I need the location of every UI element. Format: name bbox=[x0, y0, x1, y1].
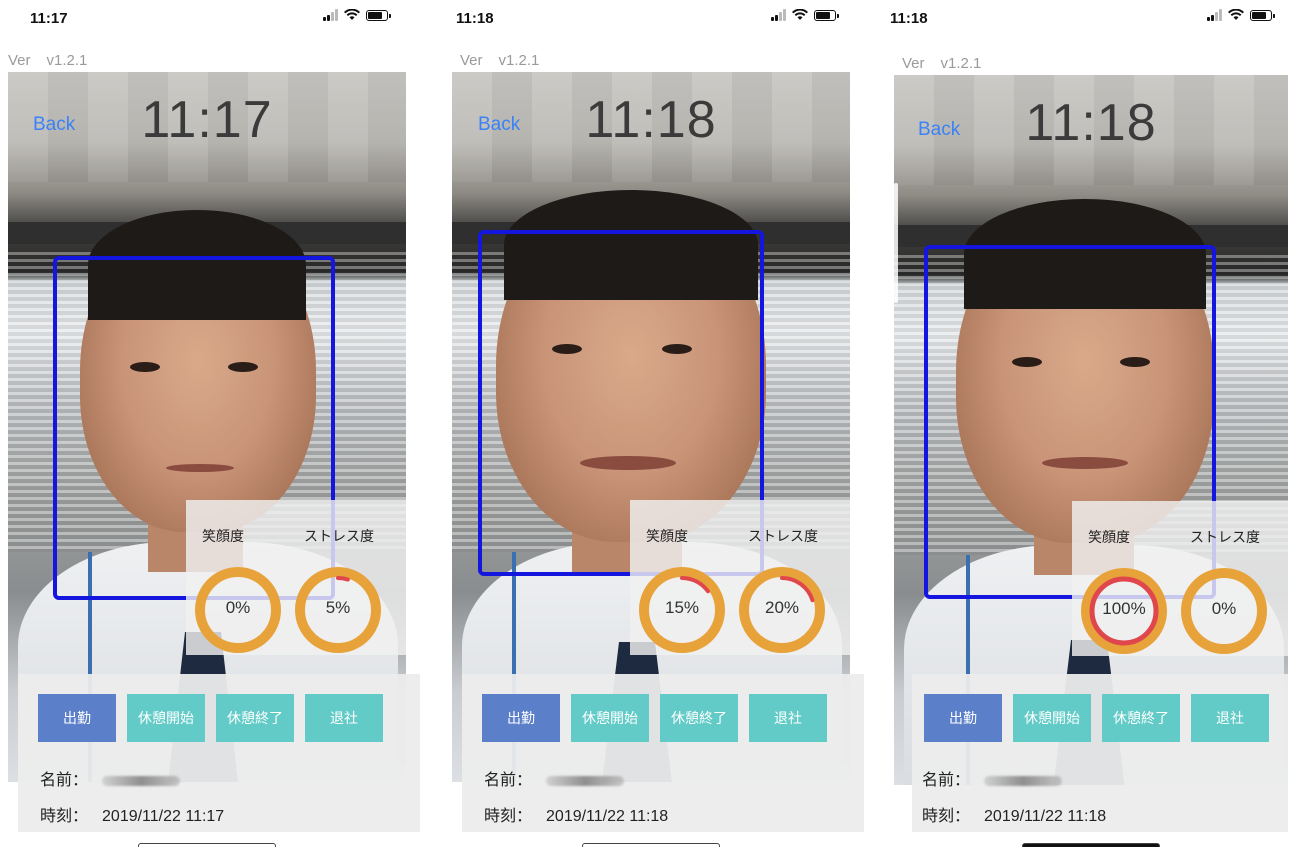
home-indicator bbox=[138, 843, 276, 847]
metrics-panel: 笑顔度 ストレス度 15% 20% bbox=[630, 500, 850, 655]
battery-icon bbox=[1250, 9, 1275, 21]
status-time: 11:17 bbox=[30, 10, 68, 27]
home-indicator bbox=[582, 843, 720, 847]
break-start-button[interactable]: 休憩開始 bbox=[1013, 694, 1091, 742]
version-label: Ver v1.2.1 bbox=[8, 52, 88, 69]
home-indicator bbox=[1022, 843, 1160, 847]
smile-gauge: 100% bbox=[1078, 565, 1170, 657]
metrics-panel: 笑顔度 ストレス度 0% 5% bbox=[186, 500, 406, 655]
smile-gauge: 15% bbox=[636, 564, 728, 656]
attendance-buttons: 出勤 休憩開始 休憩終了 退社 bbox=[482, 694, 827, 742]
status-bar: 11:17 bbox=[0, 0, 420, 40]
battery-icon bbox=[366, 9, 391, 21]
metrics-panel: 笑顔度 ストレス度 100% 0% bbox=[1072, 501, 1288, 656]
time-value: 2019/11/22 11:18 bbox=[546, 808, 669, 825]
stress-value: 5% bbox=[325, 598, 351, 617]
clock-in-button[interactable]: 出勤 bbox=[924, 694, 1002, 742]
time-row: 時刻： 2019/11/22 11:18 bbox=[922, 802, 1106, 826]
name-row: 名前： bbox=[40, 766, 181, 790]
smile-value: 15% bbox=[664, 598, 700, 617]
time-row: 時刻： 2019/11/22 11:17 bbox=[40, 802, 224, 826]
name-value-redacted bbox=[984, 775, 1063, 786]
name-label: 名前： bbox=[484, 770, 533, 789]
clock-in-button[interactable]: 出勤 bbox=[38, 694, 116, 742]
status-icons bbox=[771, 9, 839, 21]
smile-label: 笑顔度 bbox=[202, 529, 244, 545]
smile-value: 0% bbox=[225, 598, 251, 617]
clock-in-button[interactable]: 出勤 bbox=[482, 694, 560, 742]
break-end-button[interactable]: 休憩終了 bbox=[1102, 694, 1180, 742]
time-value: 2019/11/22 11:18 bbox=[984, 808, 1107, 825]
signal-icon bbox=[771, 9, 786, 21]
time-label: 時刻： bbox=[40, 806, 89, 825]
stress-value: 20% bbox=[764, 598, 800, 617]
attendance-buttons: 出勤 休憩開始 休憩終了 退社 bbox=[38, 694, 383, 742]
phone-screen-3: 11:18 Verv1.2.1 11:18 Back 笑顔度 ストレス度 10 bbox=[868, 0, 1288, 847]
stress-value: 0% bbox=[1211, 599, 1237, 618]
smile-value: 100% bbox=[1102, 599, 1146, 618]
break-start-button[interactable]: 休憩開始 bbox=[571, 694, 649, 742]
back-button[interactable]: Back bbox=[918, 119, 960, 141]
clock-out-button[interactable]: 退社 bbox=[305, 694, 383, 742]
smile-gauge: 0% bbox=[192, 564, 284, 656]
name-label: 名前： bbox=[922, 770, 971, 789]
version-label: Ver v1.2.1 bbox=[902, 55, 982, 72]
clock-out-button[interactable]: 退社 bbox=[749, 694, 827, 742]
attendance-panel: 出勤 休憩開始 休憩終了 退社 名前： 時刻： 2019/11/22 11:17 bbox=[18, 674, 420, 832]
back-button[interactable]: Back bbox=[33, 114, 75, 136]
attendance-panel: 出勤 休憩開始 休憩終了 退社 名前： 時刻： 2019/11/22 11:18 bbox=[462, 674, 864, 832]
phone-screen-1: 11:17 Verv1.2.1 11:17 Back 笑顔度 ストレス度 0% bbox=[0, 0, 420, 847]
phone-screen-2: 11:18 Ver v1.2.1 11:18 Back 笑顔度 ストレス度 15% bbox=[444, 0, 864, 847]
name-label: 名前： bbox=[40, 770, 89, 789]
stress-label: ストレス度 bbox=[748, 529, 818, 545]
time-row: 時刻： 2019/11/22 11:18 bbox=[484, 802, 668, 826]
signal-icon bbox=[323, 9, 338, 21]
break-end-button[interactable]: 休憩終了 bbox=[660, 694, 738, 742]
version-label: Ver v1.2.1 bbox=[460, 52, 540, 69]
stress-gauge: 0% bbox=[1178, 565, 1270, 657]
time-label: 時刻： bbox=[484, 806, 533, 825]
wifi-icon bbox=[1228, 9, 1244, 21]
name-row: 名前： bbox=[484, 766, 625, 790]
status-bar: 11:18 bbox=[868, 0, 1288, 40]
wifi-icon bbox=[792, 9, 808, 21]
break-end-button[interactable]: 休憩終了 bbox=[216, 694, 294, 742]
status-icons bbox=[323, 9, 391, 21]
break-start-button[interactable]: 休憩開始 bbox=[127, 694, 205, 742]
smile-label: 笑顔度 bbox=[1088, 530, 1130, 546]
stress-gauge: 5% bbox=[292, 564, 384, 656]
status-time: 11:18 bbox=[890, 10, 928, 27]
battery-icon bbox=[814, 9, 839, 21]
status-bar: 11:18 bbox=[444, 0, 864, 40]
scroll-indicator bbox=[894, 183, 898, 303]
attendance-buttons: 出勤 休憩開始 休憩終了 退社 bbox=[924, 694, 1269, 742]
signal-icon bbox=[1207, 9, 1222, 21]
time-label: 時刻： bbox=[922, 806, 971, 825]
attendance-panel: 出勤 休憩開始 休憩終了 退社 名前： 時刻： 2019/11/22 11:18 bbox=[912, 674, 1288, 832]
clock-out-button[interactable]: 退社 bbox=[1191, 694, 1269, 742]
status-time: 11:18 bbox=[456, 10, 494, 27]
stress-gauge: 20% bbox=[736, 564, 828, 656]
wifi-icon bbox=[344, 9, 360, 21]
time-value: 2019/11/22 11:17 bbox=[102, 808, 225, 825]
name-value-redacted bbox=[546, 775, 625, 786]
stress-label: ストレス度 bbox=[304, 529, 374, 545]
name-row: 名前： bbox=[922, 766, 1063, 790]
smile-label: 笑顔度 bbox=[646, 529, 688, 545]
back-button[interactable]: Back bbox=[478, 114, 520, 136]
status-icons bbox=[1207, 9, 1275, 21]
name-value-redacted bbox=[102, 775, 181, 786]
stress-label: ストレス度 bbox=[1190, 530, 1260, 546]
